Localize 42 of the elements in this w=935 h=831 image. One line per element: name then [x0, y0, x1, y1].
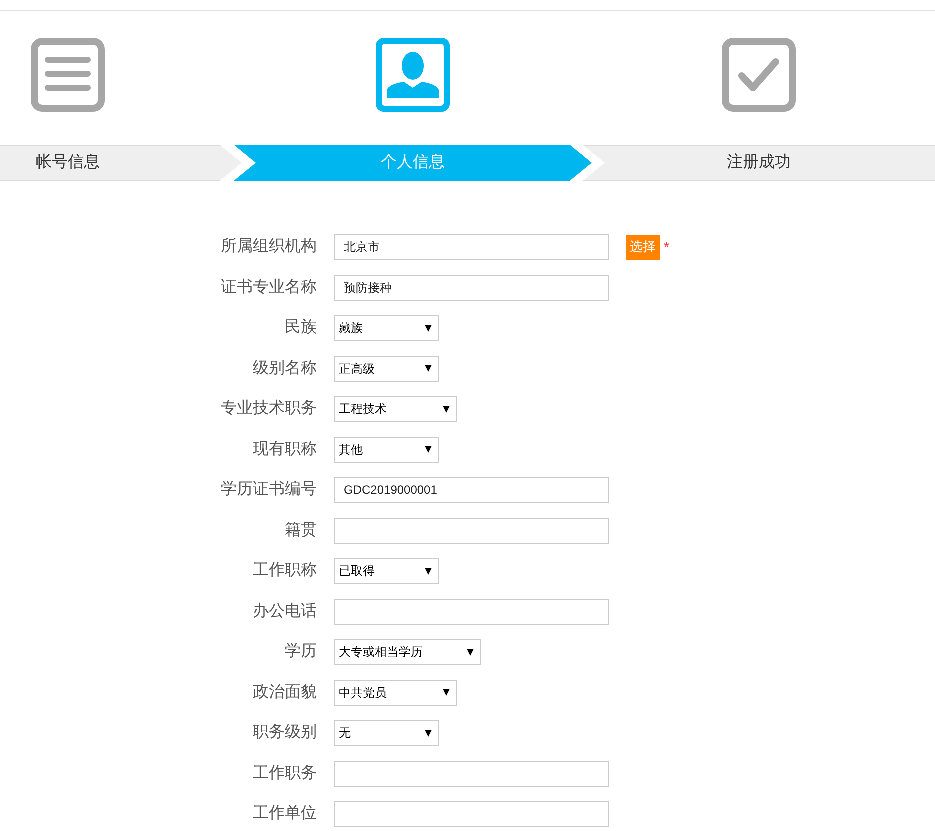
dropdown[interactable]: 工程技术: [334, 396, 457, 422]
text-field[interactable]: 预防接种: [334, 274, 609, 300]
field-label: 级别名称: [252, 358, 317, 378]
text-field[interactable]: [334, 598, 609, 624]
dropdown-arrow-icon: [425, 730, 432, 736]
document-list-icon: [31, 38, 105, 112]
checkbox-icon: [722, 38, 796, 112]
dropdown-arrow-icon: [425, 365, 432, 372]
field-label: 职务级别: [252, 723, 317, 743]
dropdown-arrow-icon: [467, 648, 474, 656]
field-label: 专业技术职务: [220, 398, 317, 419]
field-label: 学历: [284, 642, 317, 662]
field-label: 办公电话: [252, 602, 317, 622]
text-field[interactable]: GDC2019000001: [334, 477, 609, 503]
text-field[interactable]: 北京市: [334, 234, 609, 260]
field-label: 政治面貌: [252, 682, 317, 702]
dropdown[interactable]: 无: [334, 720, 439, 746]
field-label: 籍贯: [284, 520, 317, 540]
field-label: 工作职称: [252, 561, 317, 581]
text-field[interactable]: [334, 801, 609, 827]
field-label: 学历证书编号: [220, 480, 317, 500]
text-field[interactable]: [334, 518, 609, 544]
dropdown[interactable]: 大专或相当学历: [334, 639, 481, 665]
dropdown[interactable]: 其他: [334, 436, 439, 462]
field-label: 工作单位: [252, 804, 317, 824]
field-label: 民族: [284, 318, 317, 338]
dropdown-arrow-icon: [443, 689, 450, 696]
dropdown[interactable]: 正高级: [334, 356, 439, 382]
field-label: 证书专业名称: [220, 278, 317, 298]
field-label: 工作职务: [252, 764, 317, 784]
text-field[interactable]: [334, 760, 609, 786]
person-icon: [376, 38, 450, 112]
dropdown-arrow-icon: [425, 568, 432, 574]
required-mark: *: [664, 238, 670, 256]
dropdown-arrow-icon: [443, 406, 450, 412]
dropdown-arrow-icon: [425, 324, 432, 332]
dropdown[interactable]: 藏族: [334, 315, 439, 341]
field-label: 所属组织机构: [220, 237, 317, 257]
dropdown-arrow-icon: [425, 446, 432, 453]
field-label: 现有职称: [252, 440, 317, 460]
dropdown[interactable]: 中共党员: [334, 680, 457, 706]
dropdown[interactable]: 已取得: [334, 558, 439, 584]
